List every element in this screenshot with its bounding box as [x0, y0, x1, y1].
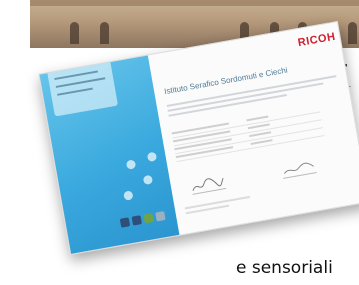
- signature: [280, 158, 317, 179]
- signature: [190, 174, 227, 195]
- photo-arch: [70, 22, 79, 44]
- photo-arch: [100, 22, 109, 44]
- cert-mark-icon: [155, 211, 166, 222]
- certification-icons: [119, 211, 166, 228]
- page-body-text: e sensoriali: [236, 258, 333, 278]
- certificate-card: RICOH Istituto Serafico Sordomuti e Ciec…: [38, 21, 359, 255]
- certificate-label-panel: [44, 55, 119, 117]
- decor-flower-icon: [142, 174, 154, 186]
- decor-flower-icon: [146, 151, 158, 163]
- panel-line: [55, 77, 106, 88]
- cert-mark-icon: [119, 217, 131, 228]
- decor-flower-icon: [125, 159, 137, 170]
- ricoh-logo: RICOH: [296, 30, 337, 50]
- panel-line: [57, 87, 93, 96]
- certificate-body: RICOH Istituto Serafico Sordomuti e Ciec…: [150, 22, 359, 234]
- cert-mark-icon: [131, 215, 143, 226]
- photo-roof: [30, 0, 359, 6]
- cert-mark-icon: [143, 213, 154, 224]
- decor-flower-icon: [123, 190, 134, 201]
- photo-arch: [348, 22, 357, 44]
